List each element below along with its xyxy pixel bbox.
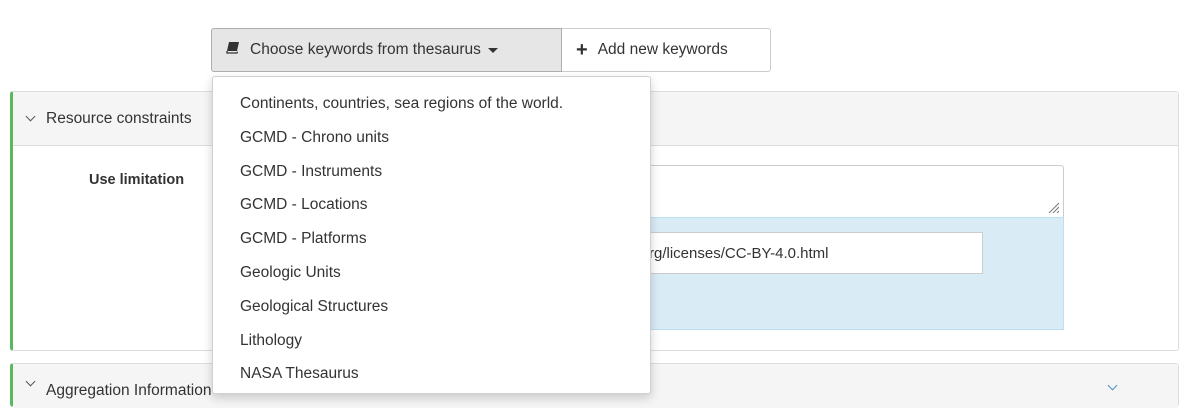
chevron-down-icon [25,111,36,122]
dropdown-item[interactable]: Continents, countries, sea regions of th… [213,87,650,121]
choose-thesaurus-label: Choose keywords from thesaurus [250,41,481,58]
plus-icon: + [576,39,588,61]
dropdown-item[interactable]: Geologic Units [213,256,650,290]
resize-grip-icon[interactable] [1047,201,1059,213]
keyword-button-group: Choose keywords from thesaurus + Add new… [211,28,771,72]
dropdown-item[interactable]: Geological Structures [213,290,650,324]
dropdown-item[interactable]: NASA Thesaurus [213,357,650,391]
license-info-box: rg/licenses/CC-BY-4.0.html [648,217,1064,330]
add-keywords-button[interactable]: + Add new keywords [562,28,771,72]
aggregation-title: Aggregation Information [46,382,212,399]
chevron-down-icon [25,376,36,387]
caret-down-icon [487,47,498,53]
dropdown-item[interactable]: Lithology [213,324,650,358]
resource-constraints-title: Resource constraints [46,109,192,127]
choose-thesaurus-button[interactable]: Choose keywords from thesaurus [211,28,562,72]
dropdown-item[interactable]: GCMD - Instruments [213,155,650,189]
thesaurus-dropdown-menu: Continents, countries, sea regions of th… [212,76,651,394]
add-keywords-label: Add new keywords [597,41,728,58]
dropdown-item[interactable]: GCMD - Locations [213,188,650,222]
dropdown-item[interactable]: GCMD - Chrono units [213,121,650,155]
book-icon [226,41,240,59]
use-limitation-label: Use limitation [89,172,185,188]
use-limitation-textarea[interactable] [648,165,1064,217]
dropdown-item[interactable]: GCMD - Platforms [213,222,650,256]
license-url-input[interactable]: rg/licenses/CC-BY-4.0.html [649,232,983,274]
